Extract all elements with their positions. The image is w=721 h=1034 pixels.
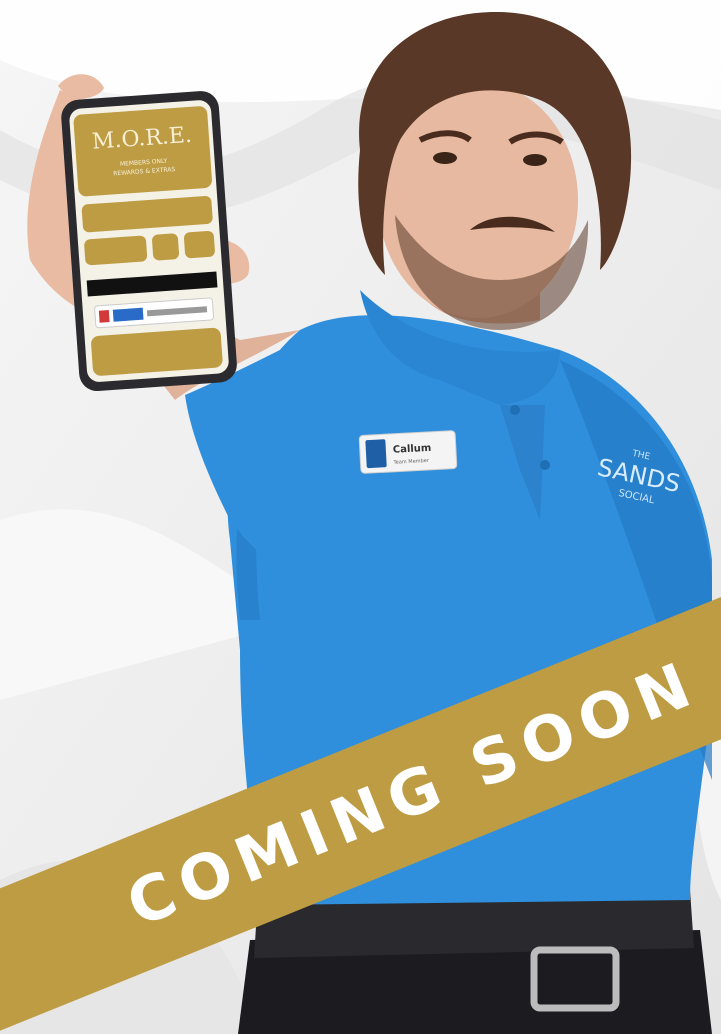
app-tile-left[interactable]: [84, 235, 148, 266]
app-tile-right[interactable]: [183, 230, 216, 259]
badge-logo-icon: [365, 439, 387, 469]
name-badge: Callum Team Member: [358, 430, 458, 474]
promo-image: M.O.R.E. MEMBERS ONLY REWARDS & EXTRAS C…: [0, 0, 721, 1034]
app-tile-mid[interactable]: [152, 233, 180, 261]
badge-name: Callum: [393, 443, 432, 456]
phone: M.O.R.E. MEMBERS ONLY REWARDS & EXTRAS: [61, 91, 237, 392]
